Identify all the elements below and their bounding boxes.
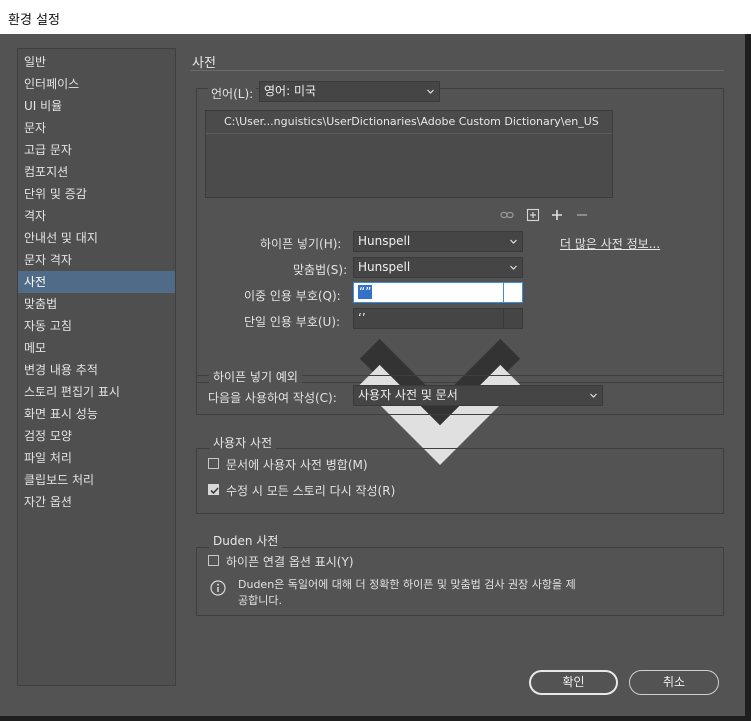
spelling-value: Hunspell [358,260,411,274]
sidebar-item-guides-pasteboard[interactable]: 안내선 및 대지 [18,227,175,249]
single-quotes-combobox[interactable]: ‘’ [353,308,523,466]
section-title: 사전 [192,56,216,71]
duden-info-text-line1: Duden은 독일어에 대해 더 정확한 하이픈 및 맞춤법 검사 권장 사항을… [238,578,576,591]
single-quotes-value: ‘’ [358,311,366,325]
sidebar-item-notes[interactable]: 메모 [18,337,175,359]
hyphenation-exceptions-legend: 하이픈 넣기 예외 [209,368,302,385]
sidebar-item-kerning-options[interactable]: 자간 옵션 [18,491,175,513]
list-item[interactable]: C:\User...nguistics\UserDictionaries\Ado… [206,111,612,134]
recompose-stories-checkbox[interactable] [208,484,219,495]
sidebar-item-appearance-of-black[interactable]: 검정 모양 [18,425,175,447]
double-quotes-combobox[interactable]: “” [353,282,523,440]
chevron-down-icon [510,265,517,270]
checkmark-icon [210,487,219,495]
chevron-down-icon [510,239,517,244]
sidebar-item-story-editor[interactable]: 스토리 편집기 표시 [18,381,175,403]
language-value: 영어: 미국 [264,84,317,98]
user-dictionary-list[interactable]: C:\User...nguistics\UserDictionaries\Ado… [205,110,613,198]
sidebar-item-display-performance[interactable]: 화면 표시 성능 [18,403,175,425]
sidebar-item-interface[interactable]: 인터페이스 [18,73,175,95]
section-divider [190,70,724,71]
double-quotes-label: 이중 인용 부호(Q): [244,289,341,303]
window-edge-bottom [0,716,751,721]
window-title: 환경 설정 [8,13,60,28]
sidebar-item-grids[interactable]: 격자 [18,205,175,227]
cancel-button[interactable]: 취소 [629,670,719,695]
language-label: 언어(L): [208,85,257,102]
combobox-divider [503,283,504,302]
window-edge [745,34,751,721]
hyphenation-dropdown[interactable]: Hunspell [353,231,523,252]
recompose-stories-label[interactable]: 수정 시 모든 스토리 다시 작성(R) [226,482,395,499]
hyphenation-value: Hunspell [358,234,411,248]
single-quotes-label: 단일 인용 부호(U): [244,315,341,329]
hyphenation-label: 하이픈 넣기(H): [260,237,342,251]
duden-info-text-line2: 공합니다. [238,594,282,607]
plus-icon[interactable] [550,208,564,222]
add-file-icon[interactable] [526,208,540,222]
duden-legend: Duden 사전 [209,532,283,549]
preferences-dialog: 일반 인터페이스 UI 비율 문자 고급 문자 컴포지션 단위 및 증감 격자 … [0,34,745,716]
compose-using-dropdown[interactable]: 사용자 사전 및 문서 [353,385,603,406]
sidebar-item-general[interactable]: 일반 [18,51,175,73]
sidebar-item-track-changes[interactable]: 변경 내용 추적 [18,359,175,381]
compose-using-value: 사용자 사전 및 문서 [358,388,458,402]
ok-button[interactable]: 확인 [529,670,618,695]
merge-dictionary-checkbox[interactable] [208,458,219,469]
user-dictionary-legend: 사용자 사전 [209,434,277,451]
spelling-dropdown[interactable]: Hunspell [353,257,523,278]
sidebar-item-type[interactable]: 문자 [18,117,175,139]
more-dictionary-info-link[interactable]: 더 많은 사전 정보... [560,235,660,252]
combobox-divider [503,309,504,328]
sidebar-item-ui-scaling[interactable]: UI 비율 [18,95,175,117]
link-icon[interactable] [500,208,514,222]
info-icon [210,580,226,596]
double-quotes-value: “” [358,285,373,299]
category-list[interactable]: 일반 인터페이스 UI 비율 문자 고급 문자 컴포지션 단위 및 증감 격자 … [17,48,176,686]
show-hyphenation-options-label[interactable]: 하이픈 연결 옵션 표시(Y) [226,553,354,570]
sidebar-item-file-handling[interactable]: 파일 처리 [18,447,175,469]
sidebar-item-advanced-type[interactable]: 고급 문자 [18,139,175,161]
minus-icon[interactable] [575,208,589,222]
compose-using-label: 다음을 사용하여 작성(C): [208,391,337,405]
chevron-down-icon [590,393,597,398]
language-dropdown[interactable]: 영어: 미국 [259,81,440,102]
sidebar-item-units-increments[interactable]: 단위 및 증감 [18,183,175,205]
spelling-label: 맞춤법(S): [293,263,348,277]
sidebar-item-clipboard[interactable]: 클립보드 처리 [18,469,175,491]
chevron-down-icon [427,89,434,94]
sidebar-item-dictionary[interactable]: 사전 [18,271,175,293]
sidebar-item-composition[interactable]: 컴포지션 [18,161,175,183]
sidebar-item-spelling[interactable]: 맞춤법 [18,293,175,315]
sidebar-item-autocorrect[interactable]: 자동 고침 [18,315,175,337]
sidebar-item-frame-grid[interactable]: 문자 격자 [18,249,175,271]
show-hyphenation-options-checkbox[interactable] [208,555,219,566]
window-title-bar: 환경 설정 [0,0,751,34]
merge-dictionary-label[interactable]: 문서에 사용자 사전 병합(M) [226,456,368,473]
